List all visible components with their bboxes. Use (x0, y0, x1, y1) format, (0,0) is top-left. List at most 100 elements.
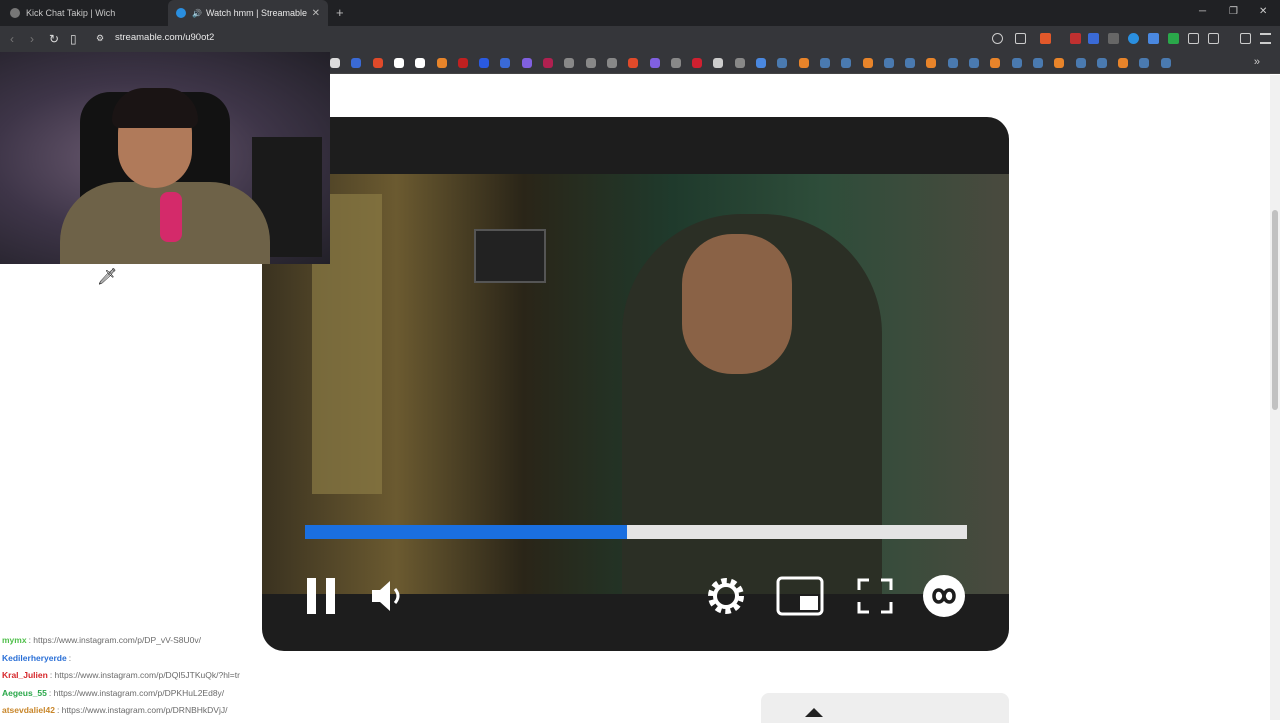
tab-title: Kick Chat Takip | Wich (26, 8, 116, 18)
settings-button[interactable] (702, 572, 750, 620)
back-icon[interactable]: ‹ (10, 32, 14, 46)
site-info-icon[interactable]: ⚙ (96, 33, 104, 44)
fullscreen-button[interactable] (851, 572, 899, 620)
bookmark-icon[interactable] (521, 58, 532, 68)
share-icon[interactable] (1015, 33, 1026, 44)
steam-bookmark-icon[interactable] (1011, 58, 1022, 68)
chat-overlay: mymx: https://www.instagram.com/p/DP_vV-… (2, 632, 302, 720)
bookmark-icon[interactable] (457, 58, 468, 68)
brave-shield-icon[interactable] (1040, 33, 1051, 44)
bookmark-icon[interactable] (372, 58, 383, 68)
minimize-icon[interactable]: ─ (1199, 6, 1206, 17)
streamable-logo-icon (923, 575, 965, 617)
bookmark-orange-icon[interactable] (798, 58, 809, 68)
bookmark-orange-icon[interactable] (926, 58, 937, 68)
reload-icon[interactable]: ↻ (49, 32, 59, 46)
bookmark-icon[interactable] (351, 58, 362, 68)
bookmark-icon[interactable] (436, 58, 447, 68)
bookmark-icon[interactable] (415, 58, 426, 68)
chat-username: atsevdaliel42 (2, 705, 55, 715)
extension-blue-icon[interactable] (1088, 33, 1099, 44)
restore-icon[interactable]: ❐ (1229, 6, 1238, 17)
tab-streamable[interactable]: 🔊 Watch hmm | Streamable ✕ (168, 0, 328, 26)
new-tab-icon[interactable]: + (336, 5, 344, 20)
tab-kick-chat[interactable]: Kick Chat Takip | Wich (0, 0, 168, 26)
chat-text: : https://www.instagram.com/p/DP_vV-S8U0… (28, 635, 202, 645)
bookmark-icon[interactable] (543, 58, 553, 68)
pause-button[interactable] (297, 572, 345, 620)
chat-username: mymx (2, 635, 27, 645)
music-icon[interactable] (1240, 33, 1251, 44)
pause-icon (307, 578, 335, 614)
forward-icon[interactable]: › (30, 32, 34, 46)
steam-bookmark-icon[interactable] (1139, 58, 1150, 68)
close-window-icon[interactable]: ✕ (1259, 6, 1267, 17)
steam-bookmark-icon[interactable] (883, 58, 894, 68)
sidebar-icon[interactable] (1208, 33, 1219, 44)
extension-green-icon[interactable] (1168, 33, 1179, 44)
bookmark-icon[interactable] (692, 58, 703, 68)
bookmark-icon[interactable] (628, 58, 639, 68)
puzzle-icon[interactable] (1188, 33, 1199, 44)
bookmark-icon[interactable] (479, 58, 490, 68)
scrollbar-thumb[interactable] (1272, 210, 1278, 410)
steam-bookmark-icon[interactable] (1160, 58, 1171, 68)
bookmark-icon[interactable] (670, 58, 681, 68)
address-toolbar: ‹ › ↻ ▯ ⚙ streamable.com/u90ot2 (0, 26, 1280, 52)
extension-gray-icon[interactable] (1108, 33, 1119, 44)
bookmark-icon[interactable] (756, 58, 766, 68)
steam-bookmark-icon[interactable] (947, 58, 958, 68)
bookmark-orange-icon[interactable] (862, 58, 873, 68)
steam-bookmark-icon[interactable] (969, 58, 979, 68)
webcam-hair (112, 88, 198, 128)
video-player[interactable] (262, 117, 1009, 651)
extension-cyan-icon[interactable] (1128, 33, 1139, 44)
address-bar[interactable]: streamable.com/u90ot2 (115, 32, 214, 43)
streamable-logo-button[interactable] (920, 572, 968, 620)
chat-message: Aegeus_55: https://www.instagram.com/p/D… (2, 685, 302, 703)
chat-message: atsevdaliel42: https://www.instagram.com… (2, 702, 302, 720)
bookmark-icon[interactable] (330, 58, 340, 68)
zoom-icon[interactable] (992, 33, 1003, 44)
bookmark-orange-icon[interactable] (1054, 58, 1065, 68)
sword-cursor-icon: 🗡 (97, 269, 118, 286)
bookmark-icon[interactable] (734, 58, 745, 68)
bookmark-icon[interactable] (564, 58, 575, 68)
chat-username: Kedilerheryerde (2, 652, 67, 663)
fullscreen-icon (857, 578, 893, 614)
steam-bookmark-icon[interactable] (841, 58, 852, 68)
picture-in-picture-button[interactable] (776, 572, 824, 620)
collapsed-panel[interactable] (761, 693, 1009, 723)
steam-bookmark-icon[interactable] (819, 58, 830, 68)
extension-window-icon[interactable] (1148, 33, 1159, 44)
streamable-icon (176, 8, 186, 18)
extension-red-icon[interactable] (1070, 33, 1081, 44)
bookmark-icon[interactable] (500, 58, 511, 68)
caret-up-icon[interactable] (805, 708, 823, 717)
bookmark-icon[interactable] (713, 58, 724, 68)
close-icon[interactable]: ✕ (312, 8, 320, 19)
settings-icon (708, 578, 744, 614)
steam-bookmark-icon[interactable] (1075, 58, 1086, 68)
bookmarks-more-icon[interactable]: » (1254, 56, 1260, 68)
steam-bookmark-icon[interactable] (1096, 58, 1107, 68)
volume-icon (372, 581, 400, 611)
bookmark-orange-icon[interactable] (990, 58, 1001, 68)
chat-username: Kral_Julien (2, 670, 48, 680)
bookmark-icon[interactable] (606, 58, 617, 68)
bookmark-orange-icon[interactable] (1118, 58, 1129, 68)
steam-bookmark-icon[interactable] (777, 58, 788, 68)
chat-text: : (68, 652, 72, 663)
bookmark-icon[interactable]: ▯ (70, 32, 77, 46)
chat-message: mymx: https://www.instagram.com/p/DP_vV-… (2, 632, 302, 650)
steam-bookmark-icon[interactable] (1032, 58, 1043, 68)
steam-bookmark-icon[interactable] (905, 58, 916, 68)
progress-bar[interactable] (305, 525, 967, 539)
menu-icon[interactable] (1260, 33, 1271, 44)
page-scrollbar[interactable] (1270, 75, 1280, 720)
bookmark-icon[interactable] (649, 58, 660, 68)
bookmark-icon[interactable] (585, 58, 596, 68)
bookmark-icon[interactable] (393, 58, 404, 68)
volume-button[interactable] (364, 572, 412, 620)
webcam-overlay (0, 52, 330, 264)
